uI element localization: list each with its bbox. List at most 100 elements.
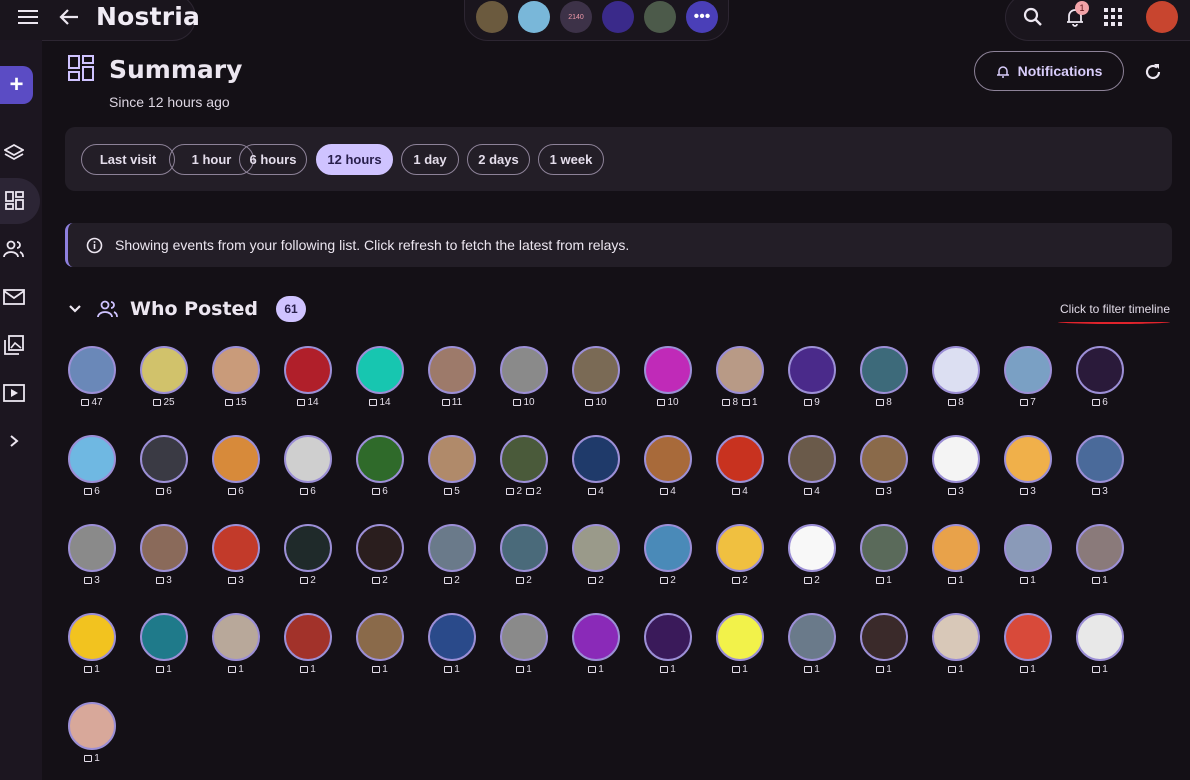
poster-item[interactable]: 1 xyxy=(424,613,480,675)
poster-avatar[interactable] xyxy=(1004,613,1052,661)
poster-avatar[interactable] xyxy=(284,613,332,661)
poster-avatar[interactable] xyxy=(860,346,908,394)
poster-item[interactable]: 1 xyxy=(1072,524,1128,586)
time-filter-chip[interactable]: 2 days xyxy=(467,144,530,175)
poster-item[interactable]: 2 xyxy=(568,524,624,586)
poster-avatar[interactable] xyxy=(428,613,476,661)
poster-item[interactable]: 11 xyxy=(424,346,480,408)
expand-chevron-icon[interactable] xyxy=(0,427,28,455)
poster-avatar[interactable] xyxy=(1076,613,1124,661)
poster-avatar[interactable] xyxy=(716,435,764,483)
notifications-button[interactable]: Notifications xyxy=(974,51,1124,91)
poster-item[interactable]: 2 xyxy=(424,524,480,586)
poster-avatar[interactable] xyxy=(68,702,116,750)
poster-item[interactable]: 9 xyxy=(784,346,840,408)
poster-item[interactable]: 6 xyxy=(352,435,408,497)
poster-item[interactable]: 1 xyxy=(496,613,552,675)
poster-avatar[interactable] xyxy=(140,346,188,394)
videos-play-icon[interactable] xyxy=(0,379,28,407)
poster-item[interactable]: 6 xyxy=(64,435,120,497)
poster-avatar[interactable] xyxy=(68,613,116,661)
poster-avatar[interactable] xyxy=(572,435,620,483)
favorite-avatar[interactable] xyxy=(476,1,508,33)
poster-avatar[interactable] xyxy=(572,613,620,661)
poster-item[interactable]: 2 xyxy=(784,524,840,586)
poster-avatar[interactable] xyxy=(1076,435,1124,483)
poster-item[interactable]: 1 xyxy=(64,613,120,675)
poster-avatar[interactable] xyxy=(644,613,692,661)
poster-avatar[interactable] xyxy=(212,613,260,661)
poster-avatar[interactable] xyxy=(68,524,116,572)
poster-item[interactable]: 2 xyxy=(712,524,768,586)
poster-avatar[interactable] xyxy=(356,524,404,572)
time-filter-chip[interactable]: 12 hours xyxy=(316,144,393,175)
media-collections-icon[interactable] xyxy=(0,331,28,359)
poster-item[interactable]: 6 xyxy=(1072,346,1128,408)
poster-item[interactable]: 81 xyxy=(712,346,768,408)
poster-avatar[interactable] xyxy=(788,346,836,394)
poster-item[interactable]: 14 xyxy=(280,346,336,408)
poster-item[interactable]: 1 xyxy=(928,613,984,675)
poster-avatar[interactable] xyxy=(788,524,836,572)
poster-avatar[interactable] xyxy=(932,524,980,572)
poster-avatar[interactable] xyxy=(1004,435,1052,483)
more-horizontal-icon[interactable]: ••• xyxy=(686,1,718,33)
poster-avatar[interactable] xyxy=(212,524,260,572)
chevron-down-icon[interactable] xyxy=(68,304,82,314)
poster-avatar[interactable] xyxy=(788,613,836,661)
poster-item[interactable]: 1 xyxy=(568,613,624,675)
create-button[interactable]: + xyxy=(0,66,33,104)
poster-avatar[interactable] xyxy=(284,435,332,483)
poster-avatar[interactable] xyxy=(428,524,476,572)
poster-avatar[interactable] xyxy=(1076,346,1124,394)
poster-item[interactable]: 1 xyxy=(208,613,264,675)
poster-avatar[interactable] xyxy=(572,346,620,394)
poster-avatar[interactable] xyxy=(68,346,116,394)
poster-item[interactable]: 1 xyxy=(136,613,192,675)
poster-avatar[interactable] xyxy=(860,435,908,483)
poster-item[interactable]: 6 xyxy=(208,435,264,497)
poster-item[interactable]: 3 xyxy=(1072,435,1128,497)
poster-item[interactable]: 4 xyxy=(712,435,768,497)
poster-avatar[interactable] xyxy=(716,346,764,394)
poster-item[interactable]: 3 xyxy=(928,435,984,497)
poster-avatar[interactable] xyxy=(716,613,764,661)
poster-item[interactable]: 6 xyxy=(136,435,192,497)
poster-item[interactable]: 1 xyxy=(1072,613,1128,675)
poster-avatar[interactable] xyxy=(140,524,188,572)
poster-item[interactable]: 1 xyxy=(352,613,408,675)
poster-item[interactable]: 1 xyxy=(280,613,336,675)
poster-item[interactable]: 1 xyxy=(1000,613,1056,675)
favorite-avatar[interactable] xyxy=(644,1,676,33)
menu-icon[interactable] xyxy=(18,9,38,25)
poster-item[interactable]: 1 xyxy=(712,613,768,675)
poster-avatar[interactable] xyxy=(644,435,692,483)
favorite-avatar[interactable] xyxy=(518,1,550,33)
poster-avatar[interactable] xyxy=(428,346,476,394)
poster-avatar[interactable] xyxy=(860,613,908,661)
poster-avatar[interactable] xyxy=(932,613,980,661)
poster-item[interactable]: 3 xyxy=(208,524,264,586)
poster-avatar[interactable] xyxy=(356,346,404,394)
poster-item[interactable]: 47 xyxy=(64,346,120,408)
poster-item[interactable]: 1 xyxy=(640,613,696,675)
time-filter-chip[interactable]: 1 day xyxy=(401,144,459,175)
poster-avatar[interactable] xyxy=(932,435,980,483)
poster-avatar[interactable] xyxy=(644,524,692,572)
poster-item[interactable]: 2 xyxy=(352,524,408,586)
poster-item[interactable]: 1 xyxy=(784,613,840,675)
poster-avatar[interactable] xyxy=(788,435,836,483)
poster-item[interactable]: 4 xyxy=(784,435,840,497)
poster-avatar[interactable] xyxy=(716,524,764,572)
search-icon[interactable] xyxy=(1023,7,1043,32)
poster-avatar[interactable] xyxy=(500,435,548,483)
people-icon[interactable] xyxy=(0,235,28,263)
poster-avatar[interactable] xyxy=(356,613,404,661)
poster-avatar[interactable] xyxy=(284,524,332,572)
poster-item[interactable]: 2 xyxy=(640,524,696,586)
back-arrow-icon[interactable] xyxy=(59,8,79,31)
poster-avatar[interactable] xyxy=(1004,346,1052,394)
poster-item[interactable]: 3 xyxy=(64,524,120,586)
poster-avatar[interactable] xyxy=(572,524,620,572)
poster-item[interactable]: 2 xyxy=(280,524,336,586)
